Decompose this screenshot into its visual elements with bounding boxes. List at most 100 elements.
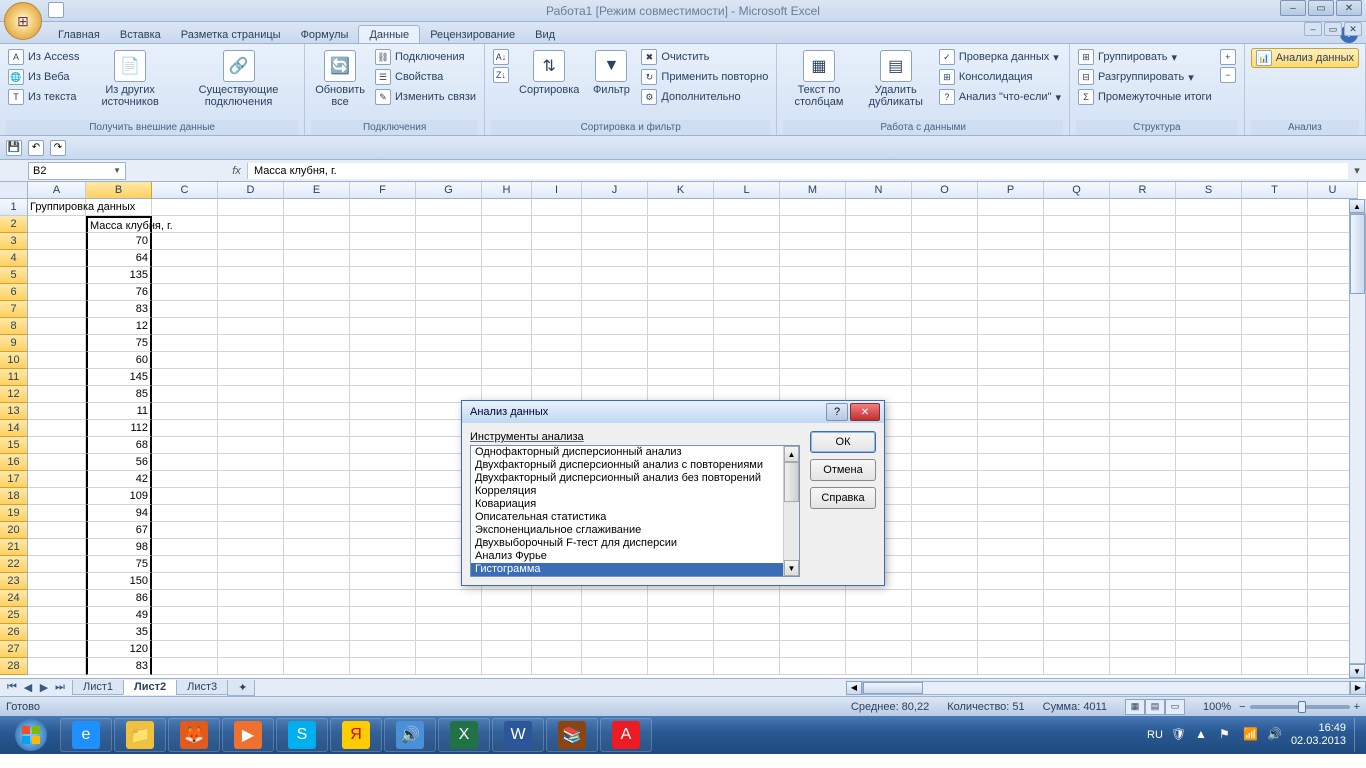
column-header[interactable]: R [1110,182,1176,199]
advanced-button[interactable]: ⚙Дополнительно [639,88,770,106]
cell[interactable]: 120 [86,641,152,658]
dialog-cancel-button[interactable]: Отмена [810,459,876,481]
cell[interactable] [648,318,714,335]
cell[interactable] [1176,658,1242,675]
cell[interactable] [1110,386,1176,403]
cell[interactable] [152,641,218,658]
cell[interactable] [28,505,86,522]
cell[interactable] [846,301,912,318]
tab-home[interactable]: Главная [48,26,110,43]
cell[interactable] [416,250,482,267]
cell[interactable] [978,267,1044,284]
tray-shield-icon[interactable]: 🛡 [1171,727,1187,743]
cell[interactable] [152,284,218,301]
cell[interactable] [1110,471,1176,488]
cell[interactable] [912,216,978,233]
cell[interactable] [218,437,284,454]
cell[interactable] [1044,318,1110,335]
cell[interactable] [284,250,350,267]
undo-icon[interactable]: ↶ [28,140,44,156]
cell[interactable] [912,267,978,284]
show-desktop-button[interactable] [1354,718,1362,752]
tab-data[interactable]: Данные [358,25,420,43]
cell[interactable] [284,471,350,488]
taskbar-excel[interactable]: X [438,718,490,752]
sheet-tab-1[interactable]: Лист1 [72,680,124,695]
cell[interactable] [648,624,714,641]
cell[interactable] [218,556,284,573]
cell[interactable] [582,250,648,267]
connections-button[interactable]: ⛓Подключения [373,48,478,66]
properties-button[interactable]: ☰Свойства [373,68,478,86]
cell[interactable] [416,624,482,641]
cell[interactable] [28,301,86,318]
list-scroll-thumb[interactable] [784,462,799,502]
cell[interactable] [532,199,582,216]
cell[interactable] [152,352,218,369]
cell[interactable] [350,539,416,556]
row-headers[interactable]: 1234567891011121314151617181920212223242… [0,199,28,675]
cell[interactable] [416,199,482,216]
cell[interactable] [482,641,532,658]
cell[interactable] [1044,386,1110,403]
dialog-titlebar[interactable]: Анализ данных ? ✕ [462,401,884,423]
cell[interactable] [780,624,846,641]
cell[interactable] [780,607,846,624]
analysis-tool-item[interactable]: Двухфакторный дисперсионный анализ без п… [471,472,799,485]
cell[interactable] [648,369,714,386]
cell[interactable] [1044,539,1110,556]
cell[interactable] [1044,505,1110,522]
show-detail-button[interactable]: + [1218,48,1238,66]
cell[interactable] [218,199,284,216]
cell[interactable] [1242,216,1308,233]
cell[interactable] [482,369,532,386]
row-header[interactable]: 16 [0,454,28,471]
cell[interactable] [284,658,350,675]
select-all-button[interactable] [0,182,28,199]
cell[interactable] [152,403,218,420]
analysis-tool-item[interactable]: Однофакторный дисперсионный анализ [471,446,799,459]
cell[interactable] [912,250,978,267]
cell[interactable] [978,505,1044,522]
cell[interactable] [780,369,846,386]
cell[interactable] [28,556,86,573]
cell[interactable] [1176,352,1242,369]
cell[interactable] [1044,471,1110,488]
cell[interactable]: 35 [86,624,152,641]
cell[interactable] [1242,403,1308,420]
analysis-tool-item[interactable]: Анализ Фурье [471,550,799,563]
cell[interactable] [582,641,648,658]
doc-restore-button[interactable]: ▭ [1324,22,1342,36]
cell[interactable]: 75 [86,335,152,352]
cell[interactable] [582,335,648,352]
vertical-scrollbar[interactable]: ▲ ▼ [1349,199,1366,678]
cell[interactable] [978,216,1044,233]
cell[interactable] [532,658,582,675]
cell[interactable] [846,352,912,369]
cell[interactable] [978,471,1044,488]
cell[interactable] [482,250,532,267]
cell[interactable] [350,233,416,250]
what-if-button[interactable]: ?Анализ "что-если" ▾ [937,88,1063,106]
cell[interactable] [482,658,532,675]
cell[interactable] [1242,386,1308,403]
cell[interactable] [582,369,648,386]
cell[interactable] [416,267,482,284]
qat-save-icon[interactable] [48,2,64,18]
cell[interactable] [284,420,350,437]
cell[interactable] [218,471,284,488]
cell[interactable] [1176,454,1242,471]
clear-button[interactable]: ✖Очистить [639,48,770,66]
cell[interactable] [350,471,416,488]
cell[interactable] [1176,403,1242,420]
cell[interactable] [28,318,86,335]
tab-review[interactable]: Рецензирование [420,26,525,43]
cell[interactable] [1176,199,1242,216]
cell[interactable] [152,471,218,488]
consolidate-button[interactable]: ⊞Консолидация [937,68,1063,86]
cell[interactable] [1176,488,1242,505]
cell[interactable] [350,522,416,539]
dialog-close-button[interactable]: ✕ [850,403,880,421]
cell[interactable] [780,284,846,301]
column-header[interactable]: N [846,182,912,199]
